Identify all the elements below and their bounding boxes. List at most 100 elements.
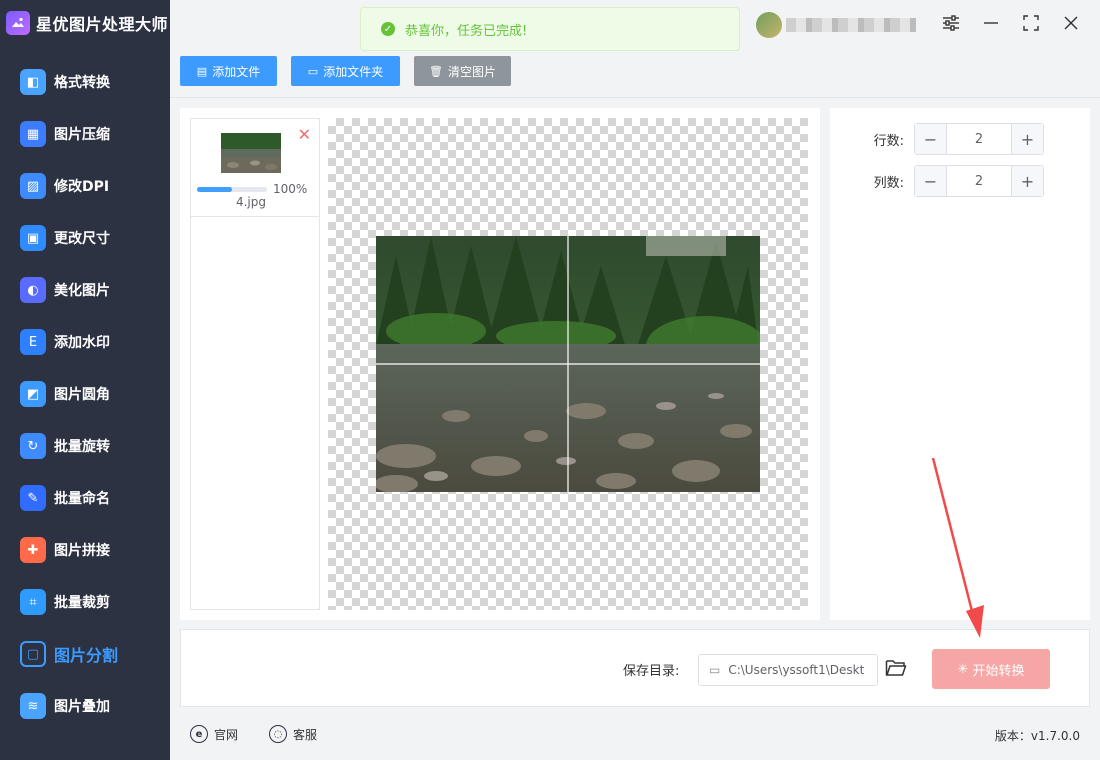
- topbar: ✓ 恭喜你，任务已完成!: [170, 0, 1100, 51]
- sidebar-item-6[interactable]: ◩ 图片圆角: [0, 368, 170, 420]
- divider: [170, 97, 1100, 98]
- format-convert-icon: ◧: [20, 69, 46, 95]
- columns-increment-button[interactable]: +: [1011, 166, 1043, 196]
- sidebar-item-8[interactable]: ✎ 批量命名: [0, 472, 170, 524]
- rows-decrement-button[interactable]: −: [915, 124, 947, 154]
- sidebar-item-label: 添加水印: [54, 335, 110, 351]
- resize-icon: ▣: [20, 225, 46, 251]
- folder-icon: ▭: [709, 663, 721, 677]
- open-folder-icon[interactable]: [885, 658, 909, 682]
- sidebar-item-3[interactable]: ▣ 更改尺寸: [0, 212, 170, 264]
- trash-icon: 🗑: [429, 64, 443, 78]
- check-circle-icon: ✓: [381, 22, 395, 36]
- file-name: 4.jpg: [235, 195, 267, 209]
- split-preview-image: [376, 236, 760, 492]
- round-corner-icon: ◩: [20, 381, 46, 407]
- sidebar-item-5[interactable]: E 添加水印: [0, 316, 170, 368]
- add-folder-button[interactable]: ▭ 添加文件夹: [291, 56, 400, 86]
- sidebar-item-label: 图片拼接: [54, 543, 110, 559]
- sidebar-item-9[interactable]: ✚ 图片拼接: [0, 524, 170, 576]
- sidebar-item-1[interactable]: ▦ 图片压缩: [0, 108, 170, 160]
- close-icon[interactable]: [1058, 10, 1084, 36]
- sidebar-item-7[interactable]: ↻ 批量旋转: [0, 420, 170, 472]
- settings-sliders-icon[interactable]: [938, 10, 964, 36]
- progress-text: 100%: [273, 182, 308, 196]
- split-icon: ▢: [20, 641, 46, 667]
- rename-icon: ✎: [20, 485, 46, 511]
- output-panel: 保存目录: ▭ C:\Users\yssoft1\Deskt ✳ 开始转换: [180, 629, 1090, 707]
- sidebar-item-label: 图片圆角: [54, 387, 110, 403]
- rows-label: 行数:: [873, 133, 904, 149]
- rows-value[interactable]: 2: [947, 124, 1011, 154]
- file-icon: ▤: [196, 64, 208, 78]
- rows-setting: 行数: − 2 +: [830, 123, 1090, 155]
- list-item[interactable]: ✕ 100% 4.jpg: [191, 119, 319, 217]
- sidebar-item-2[interactable]: ▨ 修改DPI: [0, 160, 170, 212]
- layers-icon: ≋: [20, 693, 46, 719]
- sidebar-item-label: 图片分割: [54, 646, 119, 665]
- sidebar-item-11[interactable]: ▢ 图片分割: [0, 628, 170, 680]
- sidebar-item-label: 批量旋转: [54, 439, 110, 455]
- file-list: ✕ 100% 4.jpg: [190, 118, 320, 610]
- sidebar-item-label: 美化图片: [54, 283, 110, 299]
- workspace: ✕ 100% 4.jpg: [180, 108, 820, 620]
- avatar[interactable]: [756, 12, 782, 38]
- user-name-blurred: [786, 18, 916, 32]
- sidebar: 星优图片处理大师 ◧ 格式转换 ▦ 图片压缩 ▨ 修改DPI ▣ 更改尺寸 ◐ 美化图片 E 添加水印…: [0, 0, 170, 760]
- columns-stepper[interactable]: − 2 +: [914, 165, 1044, 197]
- sidebar-item-label: 图片压缩: [54, 127, 110, 143]
- app-header: 星优图片处理大师: [0, 0, 170, 46]
- support-label: 客服: [293, 727, 318, 742]
- dpi-icon: ▨: [20, 173, 46, 199]
- clear-images-label: 清空图片: [447, 64, 496, 79]
- rotate-icon: ↻: [20, 433, 46, 459]
- columns-label: 列数:: [873, 175, 904, 191]
- success-toast: ✓ 恭喜你，任务已完成!: [360, 7, 740, 51]
- columns-value[interactable]: 2: [947, 166, 1011, 196]
- file-thumbnail: [221, 133, 281, 173]
- app-title: 星优图片处理大师: [36, 15, 169, 34]
- sidebar-item-0[interactable]: ◧ 格式转换: [0, 56, 170, 108]
- folder-icon: ▭: [307, 64, 319, 78]
- sidebar-item-10[interactable]: ⌗ 批量裁剪: [0, 576, 170, 628]
- save-dir-path: C:\Users\yssoft1\Deskt: [728, 663, 865, 677]
- maximize-icon[interactable]: [1018, 10, 1044, 36]
- add-file-button[interactable]: ▤ 添加文件: [180, 56, 277, 86]
- minimize-icon[interactable]: [978, 10, 1004, 36]
- sidebar-item-label: 图片叠加: [54, 699, 110, 715]
- clear-images-button[interactable]: 🗑 清空图片: [414, 56, 511, 86]
- support-link[interactable]: ◌ 客服: [269, 725, 317, 743]
- user-info[interactable]: [756, 12, 916, 38]
- crop-icon: ⌗: [20, 589, 46, 615]
- toast-message: 恭喜你，任务已完成!: [405, 23, 528, 39]
- save-dir-input[interactable]: ▭ C:\Users\yssoft1\Deskt: [698, 654, 878, 686]
- sidebar-item-12[interactable]: ≋ 图片叠加: [0, 680, 170, 732]
- puzzle-icon: ✚: [20, 537, 46, 563]
- sidebar-item-4[interactable]: ◐ 美化图片: [0, 264, 170, 316]
- app-logo-icon: [6, 11, 30, 35]
- sidebar-item-label: 格式转换: [54, 75, 110, 91]
- rows-stepper[interactable]: − 2 +: [914, 123, 1044, 155]
- columns-setting: 列数: − 2 +: [830, 165, 1090, 197]
- watermark-icon: E: [20, 329, 46, 355]
- start-convert-button[interactable]: ✳ 开始转换: [932, 649, 1050, 689]
- ie-icon: e: [190, 725, 208, 743]
- progress-fill: [197, 187, 232, 192]
- sidebar-item-label: 批量命名: [54, 491, 110, 507]
- version-text: 版本：v1.7.0.0: [994, 729, 1080, 743]
- sidebar-item-label: 修改DPI: [54, 179, 110, 195]
- add-folder-label: 添加文件夹: [323, 64, 384, 79]
- columns-decrement-button[interactable]: −: [915, 166, 947, 196]
- start-convert-label: 开始转换: [972, 663, 1025, 679]
- website-link[interactable]: e 官网: [190, 725, 238, 743]
- preview-canvas: [328, 118, 808, 610]
- save-dir-label: 保存目录:: [623, 664, 680, 679]
- compress-icon: ▦: [20, 121, 46, 147]
- rows-increment-button[interactable]: +: [1011, 124, 1043, 154]
- sidebar-item-label: 更改尺寸: [54, 231, 110, 247]
- chat-icon: ◌: [269, 725, 287, 743]
- beautify-icon: ◐: [20, 277, 46, 303]
- sidebar-nav: ◧ 格式转换 ▦ 图片压缩 ▨ 修改DPI ▣ 更改尺寸 ◐ 美化图片 E 添加水印 ◩ 图片圆角 ↻ 批量旋…: [0, 56, 170, 732]
- add-file-label: 添加文件: [212, 64, 261, 79]
- remove-file-icon[interactable]: ✕: [298, 127, 311, 143]
